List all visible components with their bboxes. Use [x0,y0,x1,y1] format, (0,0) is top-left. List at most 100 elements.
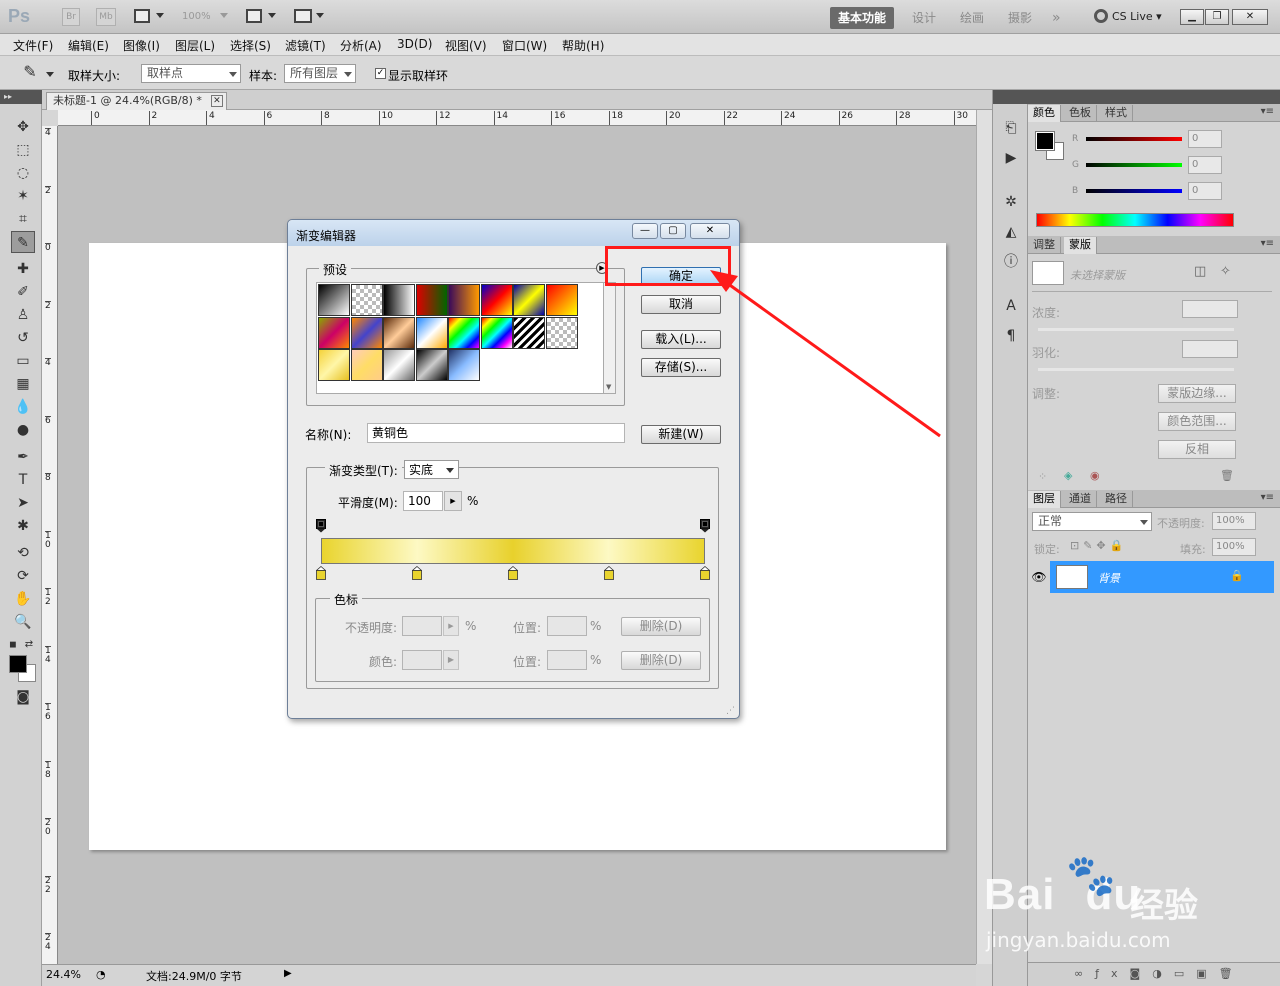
resize-grip-icon[interactable]: ⋰ [726,706,735,716]
blend-mode-select[interactable]: 正常 [1032,512,1152,531]
history-brush-tool-icon[interactable]: ↺ [11,327,35,349]
chevron-down-icon[interactable]: ▼ [606,383,611,391]
gradient-preset-swatch[interactable] [415,316,448,349]
color-stop[interactable] [699,565,711,580]
tools-panel-header[interactable]: ▸▸ [0,90,42,104]
disable-mask-icon[interactable]: ◉ [1090,469,1100,482]
spot-healing-tool-icon[interactable]: ✚ [11,258,35,280]
move-tool-icon[interactable]: ✥ [11,116,35,138]
workspace-essentials[interactable]: 基本功能 [830,7,895,29]
vertical-scrollbar[interactable] [976,110,992,964]
lasso-tool-icon[interactable]: ◌ [11,162,35,184]
workspace-painting[interactable]: 绘画 [952,7,992,29]
gradient-preset-swatch[interactable] [545,316,578,349]
restore-icon[interactable]: ❐ [1205,9,1229,25]
panel-menu-icon[interactable]: ▾≡ [1261,238,1274,249]
gradient-preset-swatch[interactable] [480,284,513,316]
gradient-preset-swatch[interactable] [318,349,350,381]
gradient-preset-swatch[interactable] [383,316,415,349]
gradient-preset-swatch[interactable] [448,349,480,381]
gradient-preset-swatch[interactable] [350,316,383,349]
presets-scrollbar[interactable]: ▼ [604,282,616,394]
add-pixel-mask-icon[interactable]: ◫ [1194,264,1206,279]
color-position-input[interactable] [547,650,587,670]
density-slider[interactable] [1038,328,1234,331]
gradient-preset-swatch[interactable] [480,316,513,349]
opacity-position-input[interactable] [547,616,587,636]
delete-color-stop-button[interactable]: 删除(D) [621,651,701,670]
dodge-tool-icon[interactable]: ● [11,419,35,441]
gradient-preset-swatch[interactable] [383,284,415,316]
menu-select[interactable]: 选择(S) [230,37,271,54]
gradient-preview-bar[interactable] [321,538,705,564]
delete-opacity-stop-button[interactable]: 删除(D) [621,617,701,636]
minimize-icon[interactable]: ▁ [1180,9,1204,25]
chevron-down-icon[interactable] [220,13,228,18]
menu-image[interactable]: 图像(I) [123,37,160,54]
show-ring-checkbox[interactable]: ✓ [375,68,386,79]
tab-paths[interactable]: 路径 [1100,491,1133,508]
gradient-preset-swatch[interactable] [350,349,383,381]
marquee-tool-icon[interactable]: ⬚ [11,139,35,161]
workspace-design[interactable]: 设计 [904,7,944,29]
opacity-input[interactable]: 100% [1212,512,1256,530]
menu-file[interactable]: 文件(F) [13,37,53,54]
document-tab[interactable]: 未标题-1 @ 24.4%(RGB/8) * ✕ [46,92,227,110]
character-panel-icon[interactable]: A [1001,296,1021,316]
stop-color-swatch[interactable] [402,650,442,670]
layer-row-background[interactable]: 👁 背景 🔒 [1028,561,1274,593]
blue-slider[interactable] [1086,189,1182,193]
zoom-level[interactable]: 100% [182,11,211,22]
zoom-tool-icon[interactable]: 🔍 [11,611,35,633]
menu-layer[interactable]: 图层(L) [175,37,215,54]
screen-mode-icon[interactable] [294,9,312,23]
pen-tool-icon[interactable]: ✒ [11,446,35,468]
gradient-preset-swatch[interactable] [448,316,480,349]
more-workspaces-icon[interactable]: » [1044,7,1069,29]
tab-masks[interactable]: 蒙版 [1064,237,1097,254]
gradient-preset-swatch[interactable] [318,316,350,349]
histogram-panel-icon[interactable]: ◭ [1001,222,1021,242]
opacity-stop[interactable] [316,519,326,533]
tab-adjustments[interactable]: 调整 [1028,237,1061,254]
actions-panel-icon[interactable]: ▶ [1001,148,1021,168]
3d-orbit-tool-icon[interactable]: ⟳ [11,565,35,587]
path-selection-tool-icon[interactable]: ➤ [11,492,35,514]
foreground-color-swatch[interactable] [9,655,27,673]
view-extras-icon[interactable] [134,9,150,23]
type-tool-icon[interactable]: T [11,469,35,491]
gradient-preset-swatch[interactable] [383,349,415,381]
feather-input[interactable] [1182,340,1238,358]
color-stop[interactable] [507,565,519,580]
blur-tool-icon[interactable]: 💧 [11,396,35,418]
clone-stamp-tool-icon[interactable]: ♙ [11,304,35,326]
gradient-preset-swatch[interactable] [318,284,350,316]
hand-tool-icon[interactable]: ✋ [11,588,35,610]
foreground-color-swatch[interactable] [1035,131,1055,151]
fill-input[interactable]: 100% [1212,538,1256,556]
feather-slider[interactable] [1038,368,1234,371]
smoothness-stepper-icon[interactable]: ▶ [444,491,462,511]
lock-icons[interactable]: ⊡✎✥🔒 [1070,539,1127,552]
green-slider[interactable] [1086,163,1182,167]
close-icon[interactable]: ✕ [210,95,223,107]
red-value[interactable]: 0 [1188,130,1222,148]
tab-layers[interactable]: 图层 [1028,491,1061,508]
menu-3d[interactable]: 3D(D) [397,37,432,51]
name-input[interactable]: 黄铜色 [367,423,625,443]
density-input[interactable] [1182,300,1238,318]
gradient-preset-swatch[interactable] [448,284,480,316]
quick-mask-icon[interactable]: ◙ [11,686,35,708]
swap-colors-icon[interactable]: ⇄ [22,634,36,656]
paragraph-panel-icon[interactable]: ¶ [1001,326,1021,346]
navigator-panel-icon[interactable]: ✲ [1001,192,1021,212]
color-stop[interactable] [315,565,327,580]
invert-button[interactable]: 反相 [1158,440,1236,459]
sample-select[interactable]: 所有图层 [284,64,356,83]
workspace-photography[interactable]: 摄影 [1000,7,1040,29]
crop-tool-icon[interactable]: ⌗ [11,208,35,230]
default-colors-icon[interactable]: ◼ [6,634,20,656]
bridge-button[interactable]: Br [62,8,80,26]
eyedropper-tool-preset-icon[interactable]: ✎ [18,61,42,83]
red-slider[interactable] [1086,137,1182,141]
